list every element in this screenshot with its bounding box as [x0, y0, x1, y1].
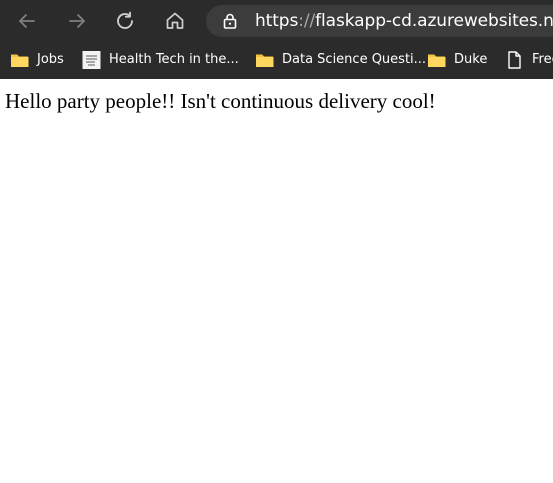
lock-icon[interactable]: [221, 12, 239, 30]
bookmark-jobs[interactable]: Jobs: [10, 50, 64, 70]
bookmark-data-science-questions[interactable]: Data Science Questi...: [255, 50, 426, 70]
page-message: Hello party people!! Isn't continuous de…: [5, 89, 436, 113]
forward-button[interactable]: [64, 8, 90, 34]
bookmark-label: Duke: [454, 52, 488, 67]
folder-icon: [11, 54, 29, 67]
browser-toolbar: https://flaskapp-cd.azurewebsites.net: [0, 0, 553, 42]
browser-chrome: https://flaskapp-cd.azurewebsites.net Jo…: [0, 0, 553, 79]
reload-icon: [117, 11, 133, 29]
folder-icon: [428, 54, 446, 67]
url-text[interactable]: https://flaskapp-cd.azurewebsites.net: [255, 10, 553, 32]
page-icon: [508, 51, 521, 69]
site-favicon-icon: [82, 51, 101, 69]
bookmark-label: Data Science Questi...: [282, 52, 427, 67]
folder-icon: [256, 54, 274, 67]
bookmark-label: Health Tech in the...: [109, 52, 239, 67]
bookmark-free[interactable]: Free: [505, 50, 553, 70]
reload-button[interactable]: [112, 8, 138, 34]
address-bar[interactable]: https://flaskapp-cd.azurewebsites.net: [206, 5, 553, 37]
bookmark-label: Jobs: [37, 52, 64, 67]
bookmark-duke[interactable]: Duke: [427, 50, 487, 70]
home-button[interactable]: [162, 8, 188, 34]
bookmark-label: Free: [532, 52, 553, 67]
web-page-content: Hello party people!! Isn't continuous de…: [0, 79, 553, 483]
url-scheme: https: [255, 11, 299, 31]
back-arrow-icon: [19, 14, 35, 28]
forward-arrow-icon: [69, 14, 85, 28]
bookmarks-bar: Jobs Health Tech in the... Data Science …: [0, 42, 553, 79]
url-separator: ://: [298, 11, 316, 31]
url-host: flaskapp-cd.azurewebsites.net: [315, 11, 553, 31]
bookmark-health-tech[interactable]: Health Tech in the...: [82, 50, 239, 70]
home-icon: [166, 12, 184, 29]
back-button[interactable]: [14, 8, 40, 34]
